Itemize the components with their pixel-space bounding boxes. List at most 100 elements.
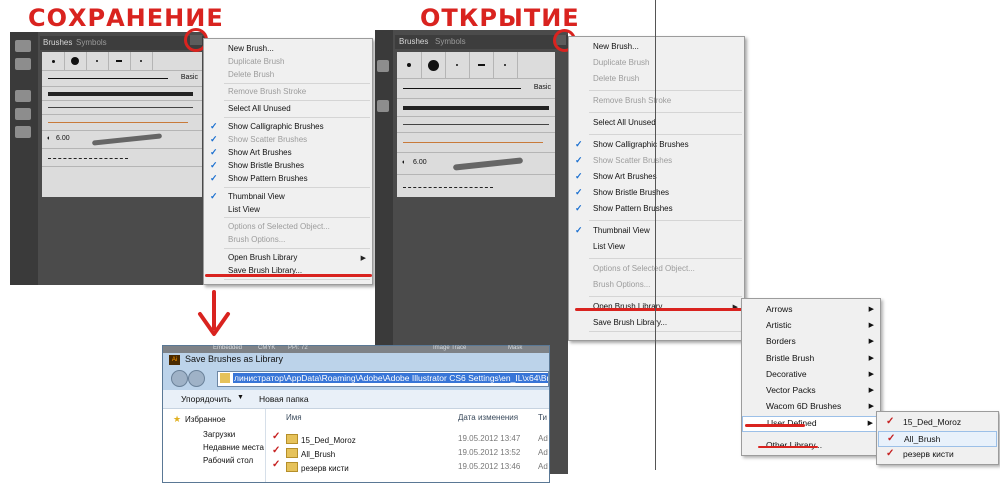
- library-item-0[interactable]: Arrows ▶: [742, 303, 880, 317]
- menu-item-label: Open Brush Library: [228, 253, 298, 262]
- menu-item-9[interactable]: ✓ Show Pattern Brushes: [204, 173, 372, 185]
- red-arrow-annotation: [198, 290, 230, 336]
- red-check-annotation: ✓: [886, 416, 895, 427]
- brush-swatch[interactable]: [445, 52, 470, 78]
- library-item-5[interactable]: Vector Packs ▶: [742, 384, 880, 398]
- brush-swatch[interactable]: [397, 52, 422, 78]
- nav-desktop[interactable]: Рабочий стол: [203, 456, 253, 465]
- tool-icon[interactable]: [15, 40, 31, 52]
- menu-item-8[interactable]: ✓ Show Bristle Brushes: [569, 187, 744, 199]
- brush-swatch[interactable]: [86, 52, 109, 70]
- brush-row-thin[interactable]: [42, 100, 202, 115]
- brush-swatch[interactable]: [64, 52, 87, 70]
- menu-item-11[interactable]: List View: [204, 204, 372, 216]
- brush-swatch[interactable]: [130, 52, 153, 70]
- tab-symbols[interactable]: Symbols: [76, 38, 107, 47]
- library-item-2[interactable]: Borders ▶: [742, 335, 880, 349]
- nav-downloads[interactable]: Загрузки: [203, 430, 235, 439]
- nav-favorites[interactable]: Избранное: [185, 415, 226, 424]
- file-row[interactable]: ✓ резерв кисти 19.05.2012 13:46 Ad: [266, 459, 549, 474]
- user-library-item-0[interactable]: ✓ 15_Ded_Moroz: [878, 415, 997, 429]
- brush-row-pattern[interactable]: [397, 174, 555, 198]
- tab-brushes[interactable]: Brushes: [43, 38, 72, 47]
- menu-item-10[interactable]: ✓ Thumbnail View: [569, 225, 744, 237]
- menu-item-7[interactable]: ✓ Show Art Brushes: [569, 171, 744, 183]
- menu-item-4[interactable]: Select All Unused: [204, 103, 372, 115]
- user-library-item-1[interactable]: ✓ All_Brush: [878, 431, 997, 447]
- brush-row-arrow[interactable]: [42, 114, 202, 131]
- brush-swatch[interactable]: [108, 52, 131, 70]
- tool-icon[interactable]: [377, 60, 389, 72]
- column-date[interactable]: Дата изменения: [458, 413, 518, 422]
- tool-icon[interactable]: [15, 58, 31, 70]
- menu-item-3: Remove Brush Stroke: [204, 86, 372, 98]
- address-bar[interactable]: линистратор\AppData\Roaming\Adobe\Adobe …: [217, 371, 549, 387]
- bristle-icon: ◖: [46, 135, 51, 142]
- menu-separator: [589, 134, 742, 135]
- menu-item-14[interactable]: Open Brush Library▶: [204, 252, 372, 264]
- menu-item-9[interactable]: ✓ Show Pattern Brushes: [569, 203, 744, 215]
- menu-item-label: New Brush...: [228, 44, 274, 53]
- brush-swatch[interactable]: [493, 52, 518, 78]
- library-item-1[interactable]: Artistic ▶: [742, 319, 880, 333]
- brush-row-charcoal[interactable]: [42, 86, 202, 101]
- menu-item-label: Remove Brush Stroke: [228, 87, 307, 96]
- menu-separator: [589, 90, 742, 91]
- folder-icon: [286, 462, 298, 472]
- new-folder-button[interactable]: Новая папка: [259, 394, 309, 404]
- library-item-label: Artistic: [766, 320, 792, 331]
- tool-icon[interactable]: [15, 108, 31, 120]
- brush-row-basic[interactable]: Basic: [42, 70, 202, 87]
- tab-brushes[interactable]: Brushes: [399, 37, 428, 46]
- back-button[interactable]: [171, 370, 188, 387]
- menu-item-14[interactable]: Open Brush Library▶: [569, 301, 744, 313]
- brush-swatch[interactable]: [42, 52, 65, 70]
- menu-item-7[interactable]: ✓ Show Art Brushes: [204, 147, 372, 159]
- file-row[interactable]: ✓ All_Brush 19.05.2012 13:52 Ad: [266, 445, 549, 460]
- file-row[interactable]: ✓ 15_Ded_Moroz 19.05.2012 13:47 Ad: [266, 431, 549, 446]
- brush-row-thin[interactable]: [397, 116, 555, 133]
- right-brush-list: Basic ◖ 6.00: [397, 52, 555, 197]
- brush-swatch-row: [42, 52, 202, 71]
- brush-swatch[interactable]: [469, 52, 494, 78]
- menu-item-8[interactable]: ✓ Show Bristle Brushes: [204, 160, 372, 172]
- menu-item-label: Show Art Brushes: [228, 148, 292, 157]
- brush-library-submenu: Arrows ▶ Artistic ▶ Borders ▶ Bristle Brush ▶ De…: [741, 298, 881, 456]
- file-date: 19.05.2012 13:46: [458, 462, 521, 471]
- brush-row-bristle[interactable]: ◖ 6.00: [397, 152, 555, 175]
- library-item-3[interactable]: Bristle Brush ▶: [742, 352, 880, 366]
- menu-item-5[interactable]: ✓ Show Calligraphic Brushes: [569, 139, 744, 151]
- column-type[interactable]: Ти: [538, 413, 547, 422]
- nav-buttons: [171, 370, 211, 387]
- menu-item-0[interactable]: New Brush...: [569, 41, 744, 53]
- brush-row-bristle[interactable]: ◖ 6.00: [42, 130, 202, 149]
- user-library-item-2[interactable]: ✓ резерв кисти: [878, 447, 997, 461]
- tab-symbols[interactable]: Symbols: [435, 37, 466, 46]
- menu-item-0[interactable]: New Brush...: [204, 43, 372, 55]
- menu-item-15[interactable]: Save Brush Library...: [569, 317, 744, 329]
- tool-icon[interactable]: [377, 100, 389, 112]
- menu-item-5[interactable]: ✓ Show Calligraphic Brushes: [204, 121, 372, 133]
- library-item-4[interactable]: Decorative ▶: [742, 368, 880, 382]
- menu-item-11[interactable]: List View: [569, 241, 744, 253]
- organize-button[interactable]: Упорядочить: [181, 394, 232, 404]
- library-item-6[interactable]: Wacom 6D Brushes ▶: [742, 400, 880, 414]
- brush-row-arrow[interactable]: [397, 132, 555, 153]
- forward-button[interactable]: [188, 370, 205, 387]
- menu-item-10[interactable]: ✓ Thumbnail View: [204, 191, 372, 203]
- nav-recent[interactable]: Недавние места: [203, 443, 264, 452]
- brush-row-basic[interactable]: Basic: [397, 78, 555, 99]
- address-path[interactable]: линистратор\AppData\Roaming\Adobe\Adobe …: [233, 373, 548, 383]
- menu-item-4[interactable]: Select All Unused: [569, 117, 744, 129]
- file-type: Ad: [538, 448, 548, 457]
- red-underline: [205, 274, 372, 277]
- brush-row-charcoal[interactable]: [397, 98, 555, 117]
- left-brush-list: Basic ◖ 6.00: [42, 52, 202, 197]
- column-name[interactable]: Имя: [286, 413, 302, 422]
- tool-icon[interactable]: [15, 90, 31, 102]
- tool-icon[interactable]: [15, 126, 31, 138]
- menu-item-6: ✓ Show Scatter Brushes: [569, 155, 744, 167]
- brush-row-pattern[interactable]: [42, 148, 202, 167]
- menu-item-2: Delete Brush: [569, 73, 744, 85]
- brush-swatch[interactable]: [421, 52, 446, 78]
